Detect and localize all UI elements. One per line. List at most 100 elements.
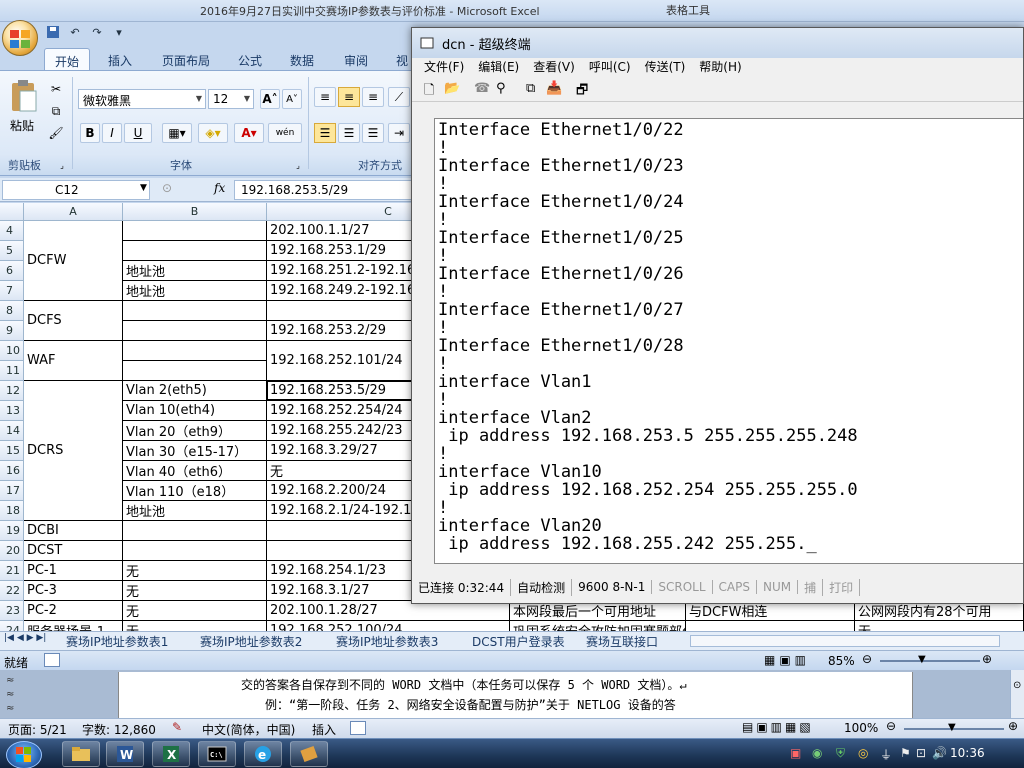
- redo-icon[interactable]: ↷: [88, 23, 106, 41]
- sheet-nav-icon[interactable]: |◀ ◀ ▶ ▶|: [4, 633, 46, 643]
- cell-f[interactable]: 公网网段内有28个可用: [855, 601, 1024, 621]
- align-bottom-icon[interactable]: ≡: [362, 87, 384, 107]
- fill-color-icon[interactable]: ◈▾: [198, 123, 228, 143]
- zoom-in-icon[interactable]: ⊕: [1008, 719, 1018, 733]
- row-header[interactable]: 18: [0, 501, 24, 521]
- menu-call[interactable]: 呼叫(C): [589, 58, 631, 78]
- row-header[interactable]: 17: [0, 481, 24, 501]
- align-center-icon[interactable]: ☰: [338, 123, 360, 143]
- zoom-in-icon[interactable]: ⊕: [982, 652, 992, 666]
- row-header[interactable]: 10: [0, 341, 24, 361]
- row-header[interactable]: 16: [0, 461, 24, 481]
- row-header[interactable]: 9: [0, 321, 24, 341]
- disconnect-icon[interactable]: ⚲: [496, 81, 506, 96]
- copy-icon[interactable]: ⧉: [46, 101, 66, 121]
- connect-icon[interactable]: ☎: [474, 81, 490, 96]
- row-header[interactable]: 20: [0, 541, 24, 561]
- cell-c[interactable]: 192.168.252.100/24: [267, 621, 510, 631]
- select-all-corner[interactable]: [0, 203, 24, 221]
- orientation-icon[interactable]: ⟋: [388, 87, 410, 107]
- cell-b[interactable]: [123, 361, 267, 381]
- cell-b[interactable]: [123, 301, 267, 321]
- excel-taskbar-icon[interactable]: X: [152, 741, 190, 767]
- sheet-tab-3[interactable]: 赛场IP地址参数表3: [336, 633, 438, 650]
- cell-b[interactable]: Vlan 20（eth9）: [123, 421, 267, 441]
- proofing-icon[interactable]: ✎: [172, 720, 182, 734]
- row-header[interactable]: 13: [0, 401, 24, 421]
- zoom-thumb-icon[interactable]: ▼: [918, 654, 926, 665]
- tray-icon[interactable]: ▣: [790, 746, 801, 760]
- volume-icon[interactable]: 🔊: [932, 746, 947, 760]
- macro-record-icon[interactable]: [350, 721, 366, 735]
- tab-home[interactable]: 开始: [44, 48, 91, 70]
- row-header[interactable]: 8: [0, 301, 24, 321]
- tab-review[interactable]: 审阅: [334, 48, 378, 70]
- view-buttons-icon[interactable]: ▤▣▥▦▧: [742, 720, 814, 734]
- scroll-down-icon[interactable]: ⊙: [1013, 680, 1021, 691]
- cell-b[interactable]: 无: [123, 601, 267, 621]
- underline-button[interactable]: U: [124, 123, 152, 143]
- tray-icon[interactable]: ◉: [812, 746, 822, 760]
- tray-icon[interactable]: ◎: [858, 746, 868, 760]
- row-header[interactable]: 24: [0, 621, 24, 631]
- receive-icon[interactable]: 📥: [546, 81, 562, 96]
- resize-handle-icon[interactable]: ⊙: [162, 181, 172, 195]
- save-icon[interactable]: [44, 23, 62, 41]
- cell-b[interactable]: Vlan 40（eth6）: [123, 461, 267, 481]
- cell-e[interactable]: [686, 621, 855, 631]
- align-left-icon[interactable]: ☰: [314, 123, 336, 143]
- menu-help[interactable]: 帮助(H): [699, 58, 741, 78]
- bold-button[interactable]: B: [80, 123, 100, 143]
- cell-a-dcfw[interactable]: DCFW: [24, 221, 123, 301]
- cell-b[interactable]: [123, 241, 267, 261]
- context-tab-table-tools[interactable]: 表格工具: [666, 2, 710, 18]
- zoom-out-icon[interactable]: ⊖: [886, 719, 896, 733]
- row-header[interactable]: 14: [0, 421, 24, 441]
- cell-a-dcrs[interactable]: DCRS: [24, 381, 123, 521]
- terminal-screen[interactable]: Interface Ethernet1/0/22! Interface Ether…: [434, 118, 1023, 564]
- word-page[interactable]: 交的答案各自保存到不同的 WORD 文档中（本任务可以保存 5 个 WORD 文…: [118, 672, 913, 718]
- view-buttons-icon[interactable]: ▦▣▥: [764, 653, 810, 667]
- shield-icon[interactable]: ⛨: [836, 746, 845, 761]
- zoom-slider[interactable]: [880, 660, 980, 662]
- office-button[interactable]: [2, 20, 38, 56]
- tab-insert[interactable]: 插入: [98, 48, 142, 70]
- cell-b[interactable]: [123, 221, 267, 241]
- name-box[interactable]: C12: [2, 180, 150, 200]
- row-header[interactable]: 4: [0, 221, 24, 241]
- cell-c[interactable]: 202.100.1.28/27: [267, 601, 510, 621]
- ie-taskbar-icon[interactable]: e: [244, 741, 282, 767]
- sheet-tab-1[interactable]: 赛场IP地址参数表1: [66, 633, 168, 650]
- align-right-icon[interactable]: ☰: [362, 123, 384, 143]
- cell-f[interactable]: 无: [855, 621, 1024, 631]
- cell-b[interactable]: 地址池: [123, 261, 267, 281]
- cell-b[interactable]: 无: [123, 561, 267, 581]
- cell-b[interactable]: Vlan 10(eth4): [123, 401, 267, 421]
- cell-a-srv[interactable]: 服务器场景-1: [24, 621, 123, 631]
- chevron-down-icon[interactable]: ▼: [140, 183, 147, 193]
- tab-formulas[interactable]: 公式: [228, 48, 272, 70]
- menu-edit[interactable]: 编辑(E): [478, 58, 519, 78]
- row-header[interactable]: 7: [0, 281, 24, 301]
- grow-font-button[interactable]: A ˄: [260, 89, 280, 109]
- indent-icon[interactable]: ⇥: [388, 123, 410, 143]
- language[interactable]: 中文(简体，中国): [202, 721, 295, 738]
- cell-b[interactable]: [123, 541, 267, 561]
- align-middle-icon[interactable]: ≡: [338, 87, 360, 107]
- cell-a-pc2[interactable]: PC-2: [24, 601, 123, 621]
- network-icon[interactable]: ⊡: [916, 746, 926, 760]
- page-count[interactable]: 页面: 5/21: [8, 721, 67, 738]
- cell-b[interactable]: [123, 321, 267, 341]
- row-header[interactable]: 12: [0, 381, 24, 401]
- send-icon[interactable]: ⧉: [526, 81, 535, 96]
- cell-a-dcfs[interactable]: DCFS: [24, 301, 123, 341]
- undo-icon[interactable]: ↶: [66, 23, 84, 41]
- dialog-launcher-icon[interactable]: ⌟: [292, 155, 304, 175]
- row-header[interactable]: 19: [0, 521, 24, 541]
- cell-b[interactable]: 无: [123, 621, 267, 631]
- clock[interactable]: 10:36: [950, 746, 985, 760]
- paste-icon[interactable]: [6, 77, 42, 117]
- row-header[interactable]: 21: [0, 561, 24, 581]
- cell-a-dcbi[interactable]: DCBI: [24, 521, 123, 541]
- cell-b[interactable]: Vlan 110（e18）: [123, 481, 267, 501]
